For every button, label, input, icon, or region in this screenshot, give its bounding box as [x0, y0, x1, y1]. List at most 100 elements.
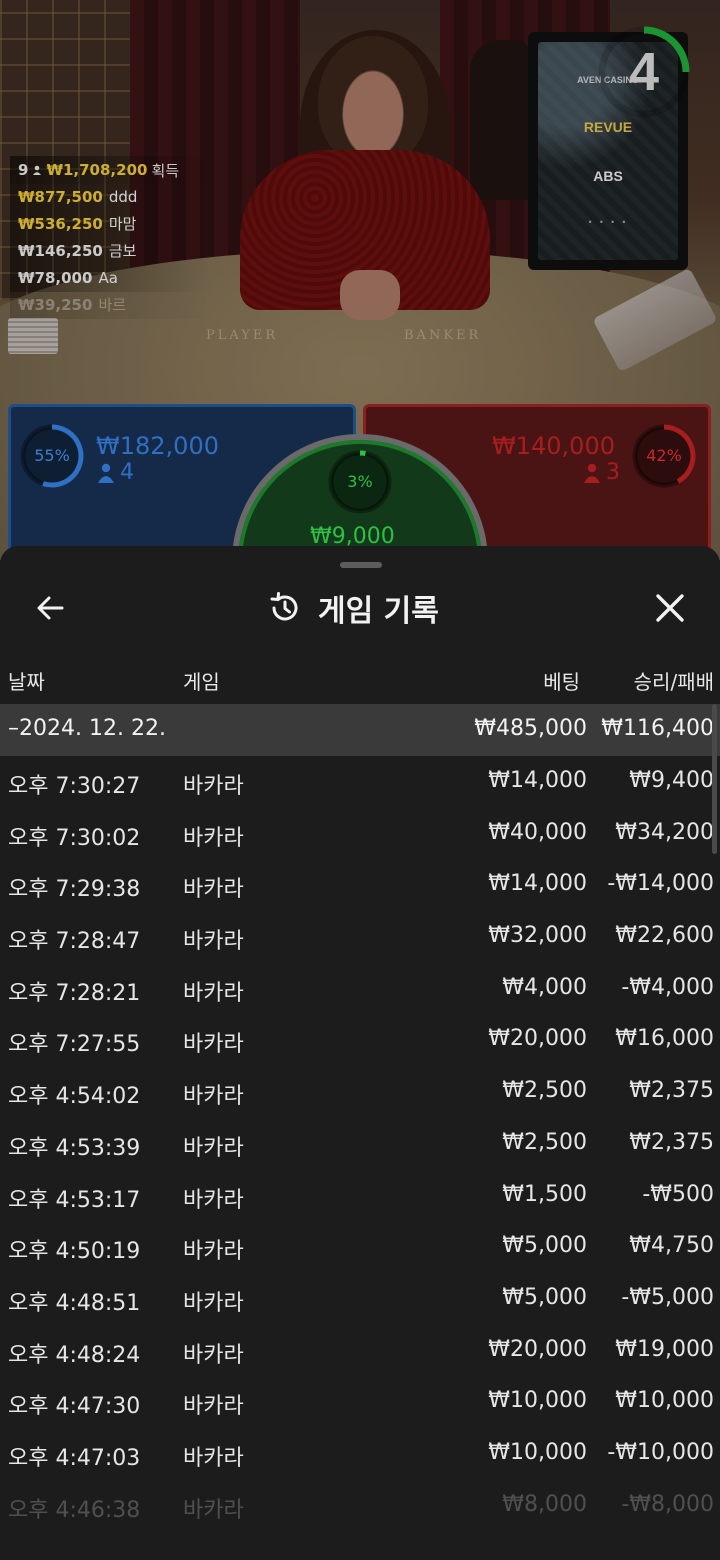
- row-bet: ₩2,500: [502, 1078, 587, 1104]
- table-header: 날짜 게임 베팅 승리/패배: [0, 658, 720, 702]
- row-winloss: ₩34,200: [615, 819, 714, 845]
- close-button[interactable]: [644, 582, 696, 634]
- row-bet: ₩20,000: [488, 1336, 587, 1362]
- page-title: 게임 기록: [318, 594, 439, 629]
- history-row[interactable]: 오후 4:47:03 바카라 ₩10,000 -₩10,000: [0, 1428, 720, 1480]
- row-time: 오후 7:30:02: [8, 825, 141, 851]
- row-bet: ₩10,000: [488, 1388, 587, 1414]
- row-time: 오후 4:48:24: [8, 1342, 141, 1368]
- history-row[interactable]: 오후 4:54:02 바카라 ₩2,500 ₩2,375: [0, 1066, 720, 1118]
- tie-percent: 3%: [347, 472, 373, 491]
- column-date: 날짜: [8, 670, 45, 694]
- row-time: 오후 4:53:17: [8, 1187, 141, 1213]
- person-icon: [98, 463, 114, 483]
- row-bet: ₩1,500: [502, 1181, 587, 1207]
- row-game: 바카라: [183, 1239, 244, 1265]
- banker-bettor-count: 3: [606, 460, 620, 485]
- tie-percent-ring: 3%: [326, 448, 394, 516]
- sheet-title: 게임 기록: [268, 582, 439, 634]
- close-icon: [656, 594, 684, 622]
- sheet-drag-handle[interactable]: [340, 562, 382, 568]
- date-summary-row[interactable]: –2024. 12. 22. ₩485,000 ₩116,400: [0, 704, 720, 756]
- row-bet: ₩14,000: [488, 768, 587, 793]
- row-game: 바카라: [183, 929, 244, 955]
- history-row[interactable]: 오후 7:29:38 바카라 ₩14,000 -₩14,000: [0, 859, 720, 911]
- row-bet: ₩2,500: [502, 1129, 587, 1155]
- row-winloss: ₩19,000: [615, 1336, 714, 1362]
- summary-date: –2024. 12. 22.: [8, 716, 166, 741]
- row-game: 바카라: [183, 825, 244, 851]
- row-time: 오후 4:50:19: [8, 1239, 141, 1265]
- column-winloss: 승리/패배: [633, 670, 714, 694]
- row-winloss: ₩4,750: [629, 1233, 714, 1259]
- row-time: 오후 7:29:38: [8, 877, 141, 903]
- row-time: 오후 7:27:55: [8, 1032, 141, 1058]
- column-game: 게임: [183, 670, 220, 694]
- history-row[interactable]: 오후 7:30:02 바카라 ₩40,000 ₩34,200: [0, 808, 720, 860]
- history-row[interactable]: 오후 4:50:19 바카라 ₩5,000 ₩4,750: [0, 1221, 720, 1273]
- row-game: 바카라: [183, 877, 244, 903]
- row-time: 오후 4:54:02: [8, 1084, 141, 1110]
- row-game: 바카라: [183, 1135, 244, 1161]
- player-percent: 55%: [34, 446, 70, 465]
- summary-winloss: ₩116,400: [601, 716, 714, 741]
- row-game: 바카라: [183, 1342, 244, 1368]
- row-winloss: -₩14,000: [607, 871, 714, 897]
- player-bettor-count: 4: [120, 460, 134, 485]
- row-time: 오후 4:47:03: [8, 1445, 141, 1471]
- history-row[interactable]: 오후 4:46:38 바카라 ₩8,000 -₩8,000: [0, 1480, 720, 1532]
- row-time: 오후 7:28:21: [8, 980, 141, 1006]
- row-winloss: -₩5,000: [621, 1284, 714, 1310]
- row-game: 바카라: [183, 1290, 244, 1316]
- player-percent-ring: 55%: [18, 422, 86, 490]
- history-row[interactable]: 오후 4:53:17 바카라 ₩1,500 -₩500: [0, 1170, 720, 1222]
- row-bet: ₩5,000: [502, 1284, 587, 1310]
- history-row[interactable]: 오후 4:48:24 바카라 ₩20,000 ₩19,000: [0, 1325, 720, 1377]
- person-icon: [584, 463, 600, 483]
- row-game: 바카라: [183, 1187, 244, 1213]
- row-winloss: ₩2,375: [629, 1129, 714, 1155]
- row-game: 바카라: [183, 980, 244, 1006]
- back-button[interactable]: [24, 582, 76, 634]
- row-winloss: -₩8,000: [621, 1491, 714, 1517]
- history-row[interactable]: 오후 4:53:39 바카라 ₩2,500 ₩2,375: [0, 1118, 720, 1170]
- row-bet: ₩40,000: [488, 819, 587, 845]
- player-bettors: 4: [98, 460, 134, 485]
- row-game: 바카라: [183, 774, 244, 799]
- row-winloss: ₩16,000: [615, 1026, 714, 1052]
- history-row[interactable]: 오후 7:30:27 바카라 ₩14,000 ₩9,400: [0, 756, 720, 808]
- row-winloss: ₩9,400: [629, 768, 714, 793]
- row-winloss: -₩10,000: [607, 1439, 714, 1465]
- history-row[interactable]: 오후 4:48:51 바카라 ₩5,000 -₩5,000: [0, 1273, 720, 1325]
- history-row[interactable]: 오후 7:27:55 바카라 ₩20,000 ₩16,000: [0, 1014, 720, 1066]
- row-winloss: ₩22,600: [615, 923, 714, 949]
- banker-percent-ring: 42%: [630, 422, 698, 490]
- summary-bet: ₩485,000: [474, 716, 587, 741]
- history-row[interactable]: 오후 7:28:21 바카라 ₩4,000 -₩4,000: [0, 963, 720, 1015]
- row-game: 바카라: [183, 1497, 244, 1523]
- row-game: 바카라: [183, 1084, 244, 1110]
- row-winloss: -₩500: [642, 1181, 714, 1207]
- column-bet: 베팅: [543, 670, 580, 694]
- row-bet: ₩20,000: [488, 1026, 587, 1052]
- row-time: 오후 7:28:47: [8, 929, 141, 955]
- history-list[interactable]: –2024. 12. 22. ₩485,000 ₩116,400 오후 7:30…: [0, 704, 720, 1531]
- row-time: 오후 4:53:39: [8, 1135, 141, 1161]
- row-bet: ₩4,000: [502, 974, 587, 1000]
- row-game: 바카라: [183, 1394, 244, 1420]
- row-bet: ₩8,000: [502, 1491, 587, 1517]
- row-bet: ₩10,000: [488, 1439, 587, 1465]
- banker-bettors: 3: [584, 460, 620, 485]
- player-bet-amount: ₩182,000: [96, 432, 219, 460]
- row-game: 바카라: [183, 1032, 244, 1058]
- row-game: 바카라: [183, 1445, 244, 1471]
- history-icon: [270, 592, 298, 621]
- row-bet: ₩32,000: [488, 923, 587, 949]
- scrollbar[interactable]: [712, 704, 717, 854]
- history-row[interactable]: 오후 7:28:47 바카라 ₩32,000 ₩22,600: [0, 911, 720, 963]
- history-row[interactable]: 오후 4:47:30 바카라 ₩10,000 ₩10,000: [0, 1376, 720, 1428]
- row-winloss: ₩2,375: [629, 1078, 714, 1104]
- row-winloss: ₩10,000: [615, 1388, 714, 1414]
- banker-bet-amount: ₩140,000: [492, 432, 615, 460]
- row-bet: ₩5,000: [502, 1233, 587, 1259]
